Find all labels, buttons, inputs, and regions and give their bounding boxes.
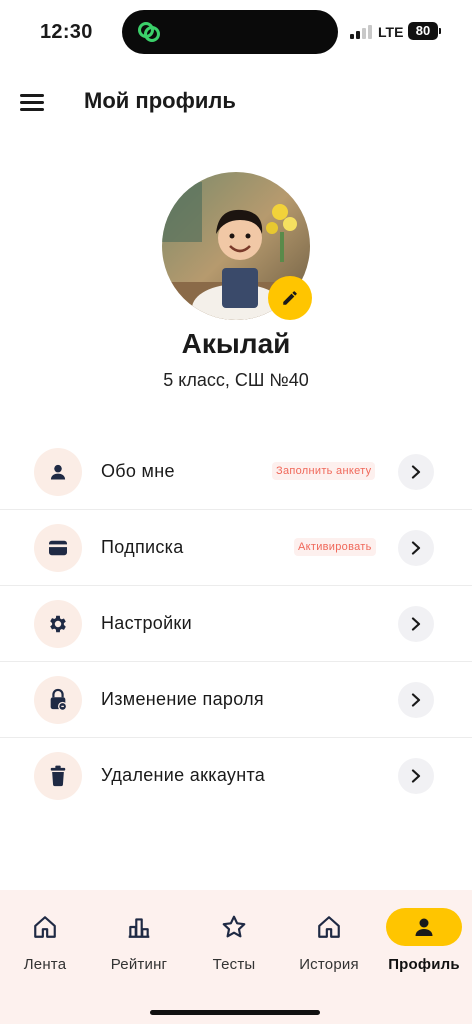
signal-icon — [350, 25, 372, 39]
menu-item-delete-account[interactable]: Удаление аккаунта — [0, 738, 472, 814]
chevron-right-icon[interactable] — [398, 682, 434, 718]
nav-label: Тесты — [212, 956, 256, 973]
gear-icon — [34, 600, 82, 648]
profile-menu: Обо мне Заполнить анкету Подписка Активи… — [0, 434, 472, 814]
battery-icon: 80 — [408, 22, 441, 40]
menu-item-subscription[interactable]: Подписка Активировать — [0, 510, 472, 586]
chevron-right-icon[interactable] — [398, 530, 434, 566]
menu-item-label: Удаление аккаунта — [101, 765, 266, 785]
edit-avatar-button[interactable] — [268, 276, 312, 320]
chevron-right-icon[interactable] — [398, 758, 434, 794]
person-icon — [34, 448, 82, 496]
chevron-right-icon[interactable] — [398, 454, 434, 490]
activate-badge[interactable]: Активировать — [294, 538, 376, 556]
star-icon — [222, 915, 246, 938]
nav-tab-rating[interactable]: Рейтинг — [94, 908, 184, 978]
pencil-icon — [283, 291, 297, 305]
bar-chart-icon — [128, 918, 150, 938]
menu-item-label: Обо мне — [101, 461, 175, 481]
menu-item-settings[interactable]: Настройки — [0, 586, 472, 662]
home-icon — [34, 916, 56, 938]
bottom-navigation: Лента Рейтинг Тесты История Профиль — [0, 890, 472, 1024]
dynamic-island — [122, 10, 338, 54]
status-time: 12:30 — [40, 21, 93, 43]
user-school: 5 класс, СШ №40 — [163, 370, 309, 390]
nav-label: Рейтинг — [110, 956, 168, 973]
nav-label: Профиль — [388, 956, 460, 973]
status-bar: 12:30 LTE 80 — [0, 0, 472, 64]
menu-item-label: Настройки — [101, 613, 192, 633]
menu-item-about[interactable]: Обо мне Заполнить анкету — [0, 434, 472, 510]
profile-avatar-container — [162, 172, 312, 320]
network-type: LTE — [378, 24, 404, 40]
card-icon — [34, 524, 82, 572]
home-icon — [318, 916, 340, 938]
nav-tab-tests[interactable]: Тесты — [189, 908, 279, 978]
menu-item-label: Подписка — [101, 537, 184, 557]
nav-tab-history[interactable]: История — [284, 908, 374, 978]
user-name: Акылай — [181, 328, 291, 359]
page-title: Мой профиль — [84, 88, 236, 113]
fill-form-badge[interactable]: Заполнить анкету — [272, 462, 376, 480]
person-icon — [415, 918, 433, 936]
nav-label: История — [299, 956, 359, 973]
lock-icon — [34, 676, 82, 724]
app-header: Мой профиль — [0, 76, 472, 128]
nav-tab-profile[interactable]: Профиль — [379, 908, 469, 978]
link-rings-icon — [138, 22, 160, 42]
nav-tab-feed[interactable]: Лента — [0, 908, 90, 978]
menu-item-change-password[interactable]: Изменение пароля — [0, 662, 472, 738]
menu-item-label: Изменение пароля — [101, 689, 264, 709]
home-indicator — [150, 1010, 320, 1015]
nav-label: Лента — [23, 956, 67, 973]
menu-icon[interactable] — [20, 94, 44, 112]
chevron-right-icon[interactable] — [398, 606, 434, 642]
trash-icon — [34, 752, 82, 800]
